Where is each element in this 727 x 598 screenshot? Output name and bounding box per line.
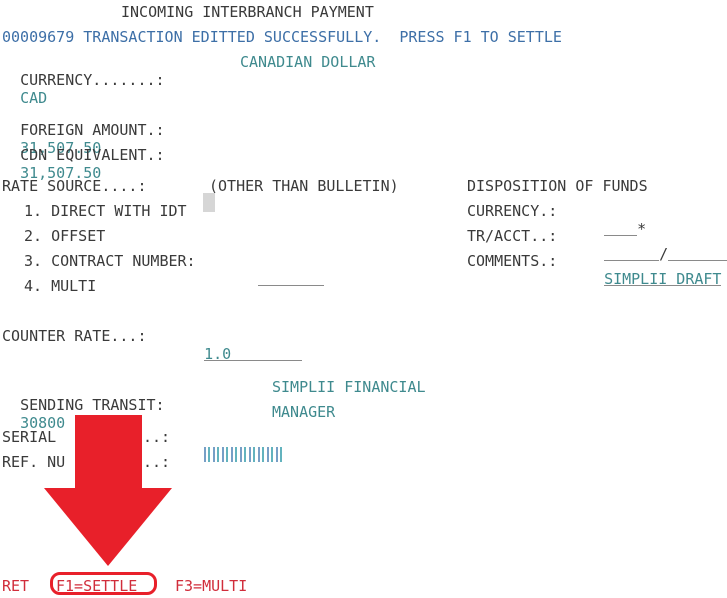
sending-transit-row: SENDING TRANSIT: 30800 <box>2 378 165 432</box>
comments-field[interactable]: SIMPLII DRAFT <box>586 252 722 288</box>
fkey-ret[interactable]: RET <box>2 577 29 595</box>
cdn-equivalent-row: CDN EQUIVALENT.: 31,507.50 <box>2 128 165 182</box>
tr-acct-label: TR/ACCT..: <box>467 227 558 245</box>
tr-acct-field: / <box>586 227 727 263</box>
sending-transit-name-line1: SIMPLII FINANCIAL <box>272 378 426 396</box>
counter-rate-input[interactable]: 1.0 <box>204 345 303 363</box>
disposition-currency-field[interactable]: * <box>586 202 646 238</box>
foreign-amount-row: FOREIGN AMOUNT.: 31,507.50 <box>2 103 165 157</box>
cdn-equivalent-label: CDN EQUIVALENT.: <box>20 146 165 164</box>
rate-option-direct: 1. DIRECT WITH IDT <box>24 202 187 220</box>
ref-number-label-end: ..: <box>143 453 171 471</box>
status-message: 00009679 TRANSACTION EDITTED SUCCESSFULL… <box>2 28 562 46</box>
currency-name: CANADIAN DOLLAR <box>240 53 376 71</box>
fkey-f3-multi[interactable]: F3=MULTI <box>175 577 247 595</box>
disposition-heading: DISPOSITION OF FUNDS <box>467 177 648 195</box>
currency-row: CURRENCY.......: CAD <box>2 53 165 107</box>
serial-field[interactable] <box>186 428 283 462</box>
disposition-currency-label: CURRENCY.: <box>467 202 558 220</box>
currency-label: CURRENCY.......: <box>20 71 165 89</box>
annotation-arrow-shaft <box>75 415 142 490</box>
screen-title: INCOMING INTERBRANCH PAYMENT <box>121 3 374 21</box>
annotation-highlight-circle <box>50 572 157 595</box>
ref-number-label-start: REF. NU <box>2 453 66 471</box>
serial-label-end: ..: <box>143 428 171 446</box>
rate-option-multi: 4. MULTI <box>24 277 97 295</box>
comments-input[interactable]: SIMPLII DRAFT <box>604 270 722 288</box>
contract-number-field[interactable] <box>240 252 325 286</box>
serial-label-start: SERIAL <box>2 428 57 446</box>
serial-redacted-value <box>204 447 283 462</box>
rate-source-note: (OTHER THAN BULLETIN) <box>209 177 399 195</box>
annotation-arrow-head <box>44 488 172 566</box>
comments-label: COMMENTS.: <box>467 252 558 270</box>
rate-option-offset: 2. OFFSET <box>24 227 106 245</box>
contract-number-input[interactable] <box>258 270 325 286</box>
counter-rate-field[interactable]: 1.0 <box>186 327 303 363</box>
counter-rate-label: COUNTER RATE...: <box>2 327 147 345</box>
rate-option-contract: 3. CONTRACT NUMBER: <box>24 252 196 270</box>
rate-source-label: RATE SOURCE....: <box>2 177 147 195</box>
rate-source-input[interactable] <box>203 193 216 212</box>
sending-transit-label: SENDING TRANSIT: <box>20 396 165 414</box>
sending-transit-name-line2: MANAGER <box>272 403 336 421</box>
